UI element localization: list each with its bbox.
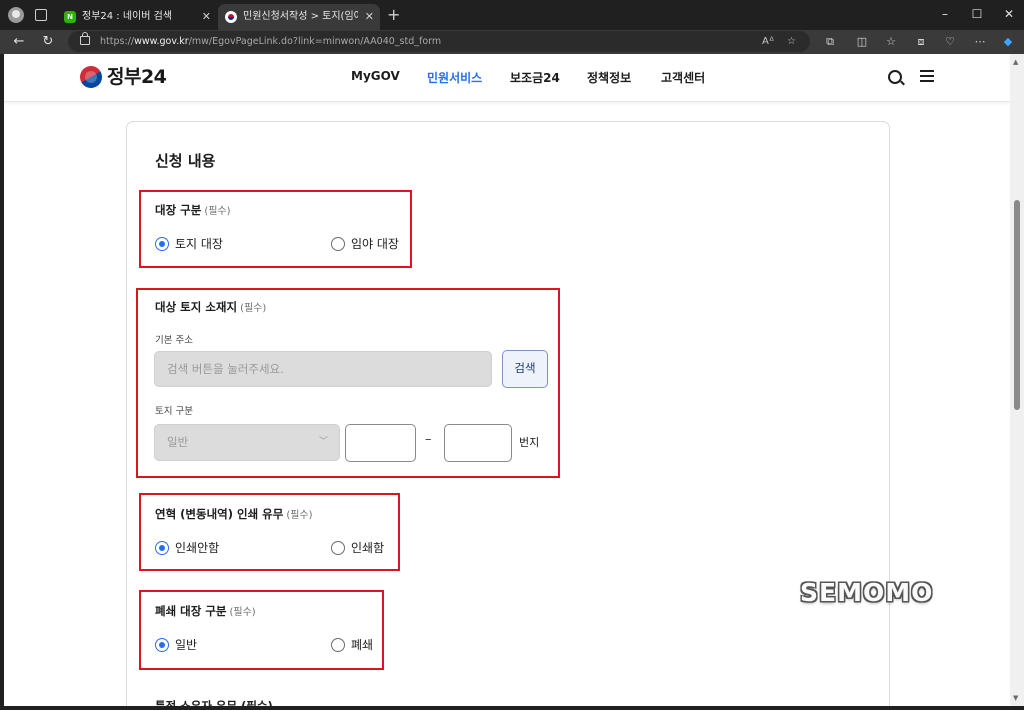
address-input: 검색 버튼을 눌러주세요.	[154, 351, 492, 387]
radio-no-print[interactable]: 인쇄안함	[155, 540, 219, 556]
address-label: 기본 주소	[155, 335, 193, 346]
radio-checked-icon	[155, 236, 169, 251]
page-scrollbar[interactable]: ▲ ▼	[1010, 54, 1024, 706]
unit-label: 번지	[519, 436, 540, 449]
radio-unchecked-icon	[331, 236, 345, 251]
address-search-button[interactable]: 검색	[502, 350, 548, 388]
site-header: 정부24 MyGOV 민원서비스 보조금24 정책정보 고객센터	[4, 54, 1010, 102]
read-aloud-icon[interactable]: Aᐞ	[762, 34, 774, 49]
form-title: 신청 내용	[155, 152, 216, 170]
copilot-icon[interactable]: ◆	[1001, 35, 1015, 49]
semomo-watermark: SEMOMO	[800, 578, 934, 607]
radio-closed[interactable]: 폐쇄	[331, 637, 373, 653]
tab-gov24-form[interactable]: 민원신청서작성 > 토지(임야)대장 ✕	[218, 4, 380, 30]
close-window-icon[interactable]: ✕	[994, 0, 1024, 30]
lot-main-number-input[interactable]	[345, 424, 416, 462]
closed-ledger-label: 폐쇄 대장 구분 (필수)	[155, 604, 256, 618]
hamburger-menu-icon[interactable]	[920, 70, 934, 82]
scroll-down-icon[interactable]: ▼	[1013, 694, 1018, 702]
logo-text: 정부24	[107, 66, 167, 88]
radio-unchecked-icon	[331, 637, 345, 652]
radio-unchecked-icon	[331, 540, 345, 555]
address-bar-row: ← ↻ https://www.gov.kr/mw/EgovPageLink.d…	[0, 30, 1024, 54]
browser-title-bar: N 정부24 : 네이버 검색 ✕ 민원신청서작성 > 토지(임야)대장 ✕ +…	[0, 0, 1024, 30]
tab-naver-search[interactable]: N 정부24 : 네이버 검색 ✕	[57, 4, 217, 30]
lock-icon	[80, 32, 90, 45]
back-arrow-icon[interactable]: ←	[10, 33, 28, 51]
radio-print[interactable]: 인쇄함	[331, 540, 384, 556]
nav-subsidy24[interactable]: 보조금24	[510, 69, 560, 86]
chevron-down-icon: ﹀	[318, 437, 328, 447]
tab-actions-icon[interactable]	[35, 9, 47, 21]
nav-customer-center[interactable]: 고객센터	[661, 69, 705, 86]
radio-checked-icon	[155, 540, 169, 555]
gov-emblem-icon	[225, 11, 237, 23]
land-type-select: 일반 ﹀	[154, 424, 340, 461]
ledger-type-label: 대장 구분 (필수)	[155, 203, 231, 217]
application-form-card: 신청 내용 대장 구분 (필수) 토지 대장 임야 대장 대상 토지 소재지 (필수…	[126, 121, 890, 706]
history-print-label: 연혁 (변동내역) 인쇄 유무 (필수)	[155, 507, 313, 521]
more-options-icon[interactable]: ⋯	[973, 35, 987, 49]
radio-forest-ledger[interactable]: 임야 대장	[331, 236, 399, 252]
favorite-star-icon[interactable]: ☆	[787, 34, 796, 49]
new-tab-icon[interactable]: +	[387, 4, 400, 26]
browser-essentials-icon[interactable]: ♡	[943, 35, 957, 49]
favorites-icon[interactable]: ☆	[884, 35, 898, 49]
tab-title: 정부24 : 네이버 검색	[82, 11, 173, 22]
radio-general[interactable]: 일반	[155, 637, 197, 653]
close-tab-icon[interactable]: ✕	[202, 4, 211, 30]
nav-civil-service[interactable]: 민원서비스	[427, 69, 482, 86]
land-location-label: 대상 토지 소재지 (필수)	[155, 300, 267, 314]
radio-checked-icon	[155, 637, 169, 652]
split-screen-icon[interactable]: ◫	[855, 35, 869, 49]
nav-mygov[interactable]: MyGOV	[351, 69, 400, 83]
collections-icon[interactable]: ⧈	[914, 35, 928, 49]
extensions-icon[interactable]: ⧉	[823, 35, 837, 49]
refresh-icon[interactable]: ↻	[39, 33, 57, 51]
url-text: https://www.gov.kr/mw/EgovPageLink.do?li…	[100, 36, 442, 47]
scroll-up-icon[interactable]: ▲	[1013, 58, 1018, 66]
profile-avatar[interactable]	[8, 7, 24, 23]
close-tab-icon[interactable]: ✕	[365, 4, 374, 30]
url-field[interactable]: https://www.gov.kr/mw/EgovPageLink.do?li…	[68, 31, 810, 52]
page-viewport: 정부24 MyGOV 민원서비스 보조금24 정책정보 고객센터 신청 내용 대…	[4, 54, 1010, 706]
nav-policy-info[interactable]: 정책정보	[587, 69, 631, 86]
lot-sub-number-input[interactable]	[444, 424, 512, 462]
naver-n-icon: N	[64, 11, 76, 23]
search-icon[interactable]	[888, 70, 902, 84]
maximize-icon[interactable]: ☐	[962, 0, 992, 30]
scrollbar-thumb[interactable]	[1014, 200, 1020, 410]
land-type-label: 토지 구분	[155, 406, 193, 417]
taegeuk-icon	[75, 61, 107, 93]
owner-section-label: 특정 소유자 유무 (필수)	[155, 699, 273, 706]
minimize-icon[interactable]: –	[930, 0, 960, 30]
dash-separator: –	[425, 432, 432, 447]
tab-title: 민원신청서작성 > 토지(임야)대장	[243, 11, 358, 22]
radio-land-ledger[interactable]: 토지 대장	[155, 236, 223, 252]
